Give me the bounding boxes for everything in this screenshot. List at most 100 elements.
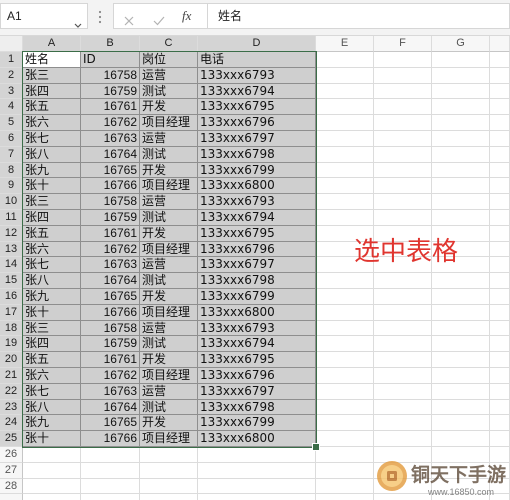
cell[interactable] (316, 446, 374, 463)
cell[interactable]: 张五 (23, 352, 81, 368)
cell[interactable]: 16759 (81, 83, 140, 100)
cell[interactable] (432, 446, 490, 463)
row-header[interactable]: 19 (0, 336, 23, 353)
cell[interactable] (490, 162, 510, 179)
cell[interactable] (432, 130, 490, 147)
cell[interactable] (432, 367, 490, 384)
cell[interactable] (374, 304, 432, 321)
cell[interactable]: 张六 (23, 241, 81, 258)
cell[interactable]: 张四 (23, 209, 81, 226)
cell[interactable]: 张九 (23, 415, 81, 432)
cell[interactable] (490, 383, 510, 400)
cell[interactable] (432, 431, 490, 447)
cell[interactable] (374, 130, 432, 147)
cell[interactable] (432, 273, 490, 289)
cell[interactable]: 运营 (140, 320, 198, 337)
row-header[interactable]: 11 (0, 209, 23, 226)
cell[interactable]: 张六 (23, 367, 81, 384)
cell[interactable] (490, 273, 510, 289)
cell[interactable]: 133xxx6795 (198, 99, 316, 116)
cell[interactable]: 133xxx6799 (198, 162, 316, 179)
cell[interactable] (198, 494, 316, 500)
cell[interactable] (374, 146, 432, 163)
cell[interactable] (490, 304, 510, 321)
cell[interactable]: 16758 (81, 194, 140, 210)
cell[interactable]: 16765 (81, 415, 140, 432)
cell[interactable] (316, 478, 374, 495)
cell[interactable]: 16758 (81, 67, 140, 84)
cell[interactable]: 张七 (23, 130, 81, 147)
cell[interactable] (432, 194, 490, 210)
cell[interactable] (490, 67, 510, 84)
row-header[interactable]: 25 (0, 431, 23, 447)
cell[interactable]: 张六 (23, 115, 81, 131)
row-header[interactable]: 13 (0, 241, 23, 258)
cell[interactable] (374, 494, 432, 500)
cell[interactable] (374, 194, 432, 210)
cell[interactable]: 运营 (140, 257, 198, 274)
cell[interactable] (374, 320, 432, 337)
cell[interactable] (23, 462, 81, 479)
cell[interactable] (490, 446, 510, 463)
cell[interactable]: 开发 (140, 288, 198, 305)
cell[interactable] (140, 446, 198, 463)
cell[interactable]: 开发 (140, 162, 198, 179)
cell[interactable] (432, 83, 490, 100)
cell[interactable]: 133xxx6796 (198, 367, 316, 384)
cell[interactable]: 张七 (23, 383, 81, 400)
cell[interactable]: 133xxx6800 (198, 178, 316, 195)
cell[interactable] (432, 415, 490, 432)
cell[interactable] (316, 178, 374, 195)
cell[interactable] (374, 415, 432, 432)
cell[interactable] (198, 478, 316, 495)
cell[interactable] (316, 146, 374, 163)
cell[interactable]: 姓名 (23, 52, 81, 68)
cell[interactable]: 16762 (81, 241, 140, 258)
insert-function-button[interactable]: fx (182, 4, 191, 28)
cell[interactable] (490, 352, 510, 368)
cell[interactable] (490, 257, 510, 274)
cell[interactable]: 项目经理 (140, 304, 198, 321)
cell[interactable] (374, 352, 432, 368)
cell[interactable]: 133xxx6796 (198, 115, 316, 131)
cell[interactable]: 16764 (81, 273, 140, 289)
cell[interactable] (374, 83, 432, 100)
cell[interactable]: 测试 (140, 83, 198, 100)
cell[interactable] (490, 367, 510, 384)
row-header[interactable]: 24 (0, 415, 23, 432)
cell[interactable]: 张三 (23, 320, 81, 337)
name-box[interactable]: A1 (0, 3, 88, 29)
cell[interactable]: 张八 (23, 273, 81, 289)
cell[interactable] (23, 494, 81, 500)
cell[interactable] (374, 99, 432, 116)
cell[interactable] (490, 52, 510, 68)
cell[interactable]: 133xxx6798 (198, 146, 316, 163)
cell[interactable]: 16759 (81, 336, 140, 353)
cell[interactable]: 133xxx6800 (198, 304, 316, 321)
cell[interactable] (374, 162, 432, 179)
cell[interactable]: 16766 (81, 178, 140, 195)
column-header[interactable]: B (81, 36, 140, 52)
row-header[interactable]: 14 (0, 257, 23, 274)
cell[interactable]: 测试 (140, 273, 198, 289)
cell[interactable]: 开发 (140, 225, 198, 242)
cell[interactable] (316, 52, 374, 68)
cell[interactable] (374, 288, 432, 305)
cell[interactable] (316, 130, 374, 147)
row-header[interactable]: 3 (0, 83, 23, 100)
cell[interactable] (140, 494, 198, 500)
cell[interactable] (140, 478, 198, 495)
cell[interactable]: 133xxx6797 (198, 383, 316, 400)
cell[interactable]: 16764 (81, 399, 140, 416)
cell[interactable]: 运营 (140, 194, 198, 210)
cell[interactable] (432, 383, 490, 400)
cell[interactable] (490, 415, 510, 432)
cell[interactable]: 16766 (81, 431, 140, 447)
cell[interactable] (316, 431, 374, 447)
cell[interactable]: 133xxx6793 (198, 194, 316, 210)
cell[interactable]: 16761 (81, 99, 140, 116)
row-header[interactable]: 21 (0, 367, 23, 384)
cell[interactable]: 张九 (23, 162, 81, 179)
cell[interactable]: 133xxx6797 (198, 257, 316, 274)
row-header[interactable]: 16 (0, 288, 23, 305)
